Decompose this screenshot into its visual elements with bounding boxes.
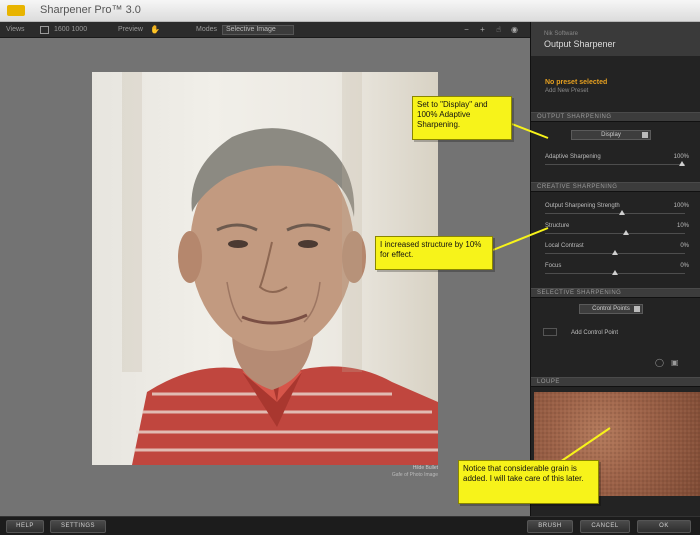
settings-button[interactable]: SETTINGS <box>50 520 106 533</box>
slider-thumb[interactable] <box>612 270 618 275</box>
preset-status: No preset selected <box>545 79 608 86</box>
slider-value: 0% <box>680 263 689 269</box>
slider-label: Structure <box>545 223 570 229</box>
slider-track <box>545 164 685 165</box>
preview-toolbar: Views 1600 1000 Preview ✋ Modes Selectiv… <box>0 22 530 38</box>
slider-value: 10% <box>676 223 689 229</box>
compare-label: Preview <box>118 26 143 33</box>
slider-thumb[interactable] <box>622 230 629 235</box>
curtain-fold <box>122 72 142 372</box>
local-contrast-slider[interactable]: Local Contrast 0% <box>545 243 693 261</box>
output-type-value: Display <box>601 132 621 138</box>
section-output-sharpening[interactable]: OUTPUT SHARPENING <box>531 112 700 122</box>
panel-brand: Nik Software <box>544 31 579 37</box>
callout-display-setting: Set to "Display" and 100% Adaptive Sharp… <box>412 96 512 140</box>
preview-mode-dropdown[interactable]: Selective Image <box>222 25 294 35</box>
help-button[interactable]: HELP <box>6 520 44 533</box>
view-label: Views <box>6 26 25 33</box>
add-preset-link[interactable]: Add New Preset <box>545 88 588 94</box>
app-title: Sharpener Pro™ 3.0 <box>40 4 141 16</box>
app-logo-icon <box>7 5 25 16</box>
section-loupe[interactable]: LOUPE <box>531 377 700 387</box>
hand-tool-icon[interactable]: ☝ <box>494 25 503 34</box>
split-view-icon[interactable] <box>40 26 49 34</box>
slider-track <box>545 213 685 214</box>
add-control-point-button[interactable]: Add Control Point <box>571 330 618 336</box>
slider-label: Adaptive Sharpening <box>545 154 601 160</box>
slider-value: 100% <box>673 154 689 160</box>
chevron-down-icon <box>642 132 648 138</box>
panel-title: Output Sharpener <box>544 39 616 49</box>
slider-label: Output Sharpening Strength <box>545 203 620 209</box>
callout-structure: I increased structure by 10% for effect. <box>375 236 493 270</box>
photo-caption-sub: Gafe of Photo Image <box>391 472 438 478</box>
slider-track <box>545 233 685 234</box>
adaptive-sharpening-slider[interactable]: Adaptive Sharpening 100% <box>545 154 693 172</box>
panel-header: Nik Software Output Sharpener <box>531 22 700 56</box>
delete-icon[interactable]: ▣ <box>671 358 680 367</box>
slider-thumb[interactable] <box>612 250 618 255</box>
zoom-in-icon[interactable]: + <box>478 25 487 34</box>
section-creative-sharpening[interactable]: CREATIVE SHARPENING <box>531 182 700 192</box>
reset-icon[interactable]: ◯ <box>655 358 664 367</box>
brush-button[interactable]: BRUSH <box>527 520 573 533</box>
view-value[interactable]: 1600 1000 <box>54 26 87 33</box>
title-bar: Sharpener Pro™ 3.0 <box>0 0 700 22</box>
callout-grain: Notice that considerable grain is added.… <box>458 460 599 504</box>
structure-slider[interactable]: Structure 10% <box>545 223 693 241</box>
bottom-bar: HELP SETTINGS BRUSH CANCEL OK <box>0 516 700 535</box>
section-selective-sharpening[interactable]: SELECTIVE SHARPENING <box>531 288 700 298</box>
ok-button[interactable]: OK <box>637 520 691 533</box>
photo-caption: Hilde Bullet <box>412 465 438 471</box>
slider-label: Local Contrast <box>545 243 584 249</box>
cancel-button[interactable]: CANCEL <box>580 520 630 533</box>
output-type-dropdown[interactable]: Display <box>571 130 651 140</box>
color-picker-icon[interactable]: ◉ <box>510 25 519 34</box>
selective-mode-value: Control Points <box>592 306 630 312</box>
selective-mode-dropdown[interactable]: Control Points <box>579 304 643 314</box>
slider-value: 100% <box>673 203 689 209</box>
slider-thumb[interactable] <box>618 210 625 215</box>
slider-label: Focus <box>545 263 562 269</box>
zoom-out-icon[interactable]: − <box>462 25 471 34</box>
control-point-icon[interactable] <box>543 328 557 336</box>
strength-slider[interactable]: Output Sharpening Strength 100% <box>545 203 693 221</box>
hand-icon[interactable]: ✋ <box>150 25 160 34</box>
slider-thumb[interactable] <box>679 161 685 166</box>
mode-label: Modes <box>196 26 218 33</box>
curtain-fold <box>342 72 362 372</box>
focus-slider[interactable]: Focus 0% <box>545 263 693 281</box>
slider-value: 0% <box>680 243 689 249</box>
chevron-down-icon <box>634 306 640 312</box>
